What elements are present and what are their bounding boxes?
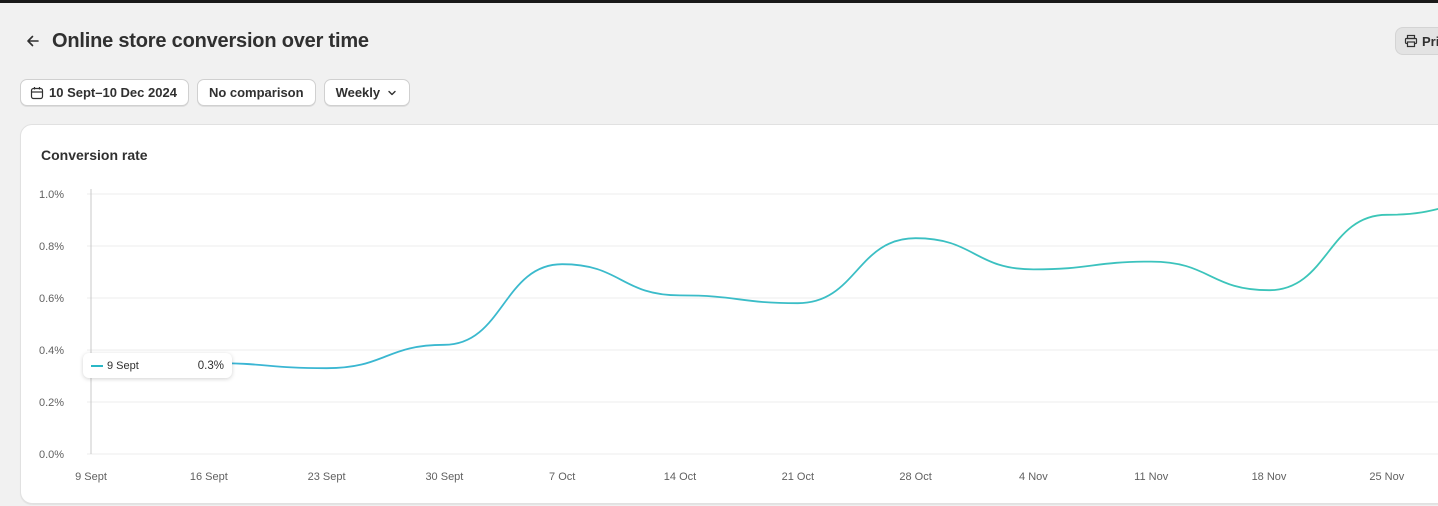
x-tick-label: 7 Oct (549, 471, 575, 483)
print-button[interactable]: Print (1395, 27, 1438, 55)
printer-icon (1404, 34, 1418, 48)
x-tick-label: 28 Oct (899, 471, 931, 483)
chart-tooltip: 9 Sept 0.3% (83, 353, 232, 378)
back-button[interactable] (20, 28, 46, 54)
data-point[interactable] (559, 261, 565, 267)
tooltip-label: 9 Sept (107, 359, 139, 372)
y-tick-label: 0.6% (39, 293, 64, 305)
x-tick-label: 11 Nov (1134, 471, 1169, 483)
data-point[interactable] (1266, 287, 1272, 293)
x-tick-label: 4 Nov (1019, 471, 1048, 483)
data-point[interactable] (324, 365, 330, 371)
conversion-rate-chart: 1.0% 0.8% 0.6% 0.4% 0.2% 0.0% 9 Sept 16 Sept 23 … (39, 189, 1438, 483)
x-tick-label: 25 Nov (1369, 471, 1404, 483)
data-point[interactable] (1148, 259, 1154, 265)
x-tick-label: 16 Sept (190, 471, 228, 483)
page-title: Online store conversion over time (52, 29, 369, 52)
data-point[interactable] (677, 292, 683, 298)
series-line (90, 208, 1438, 370)
conversion-rate-card: Conversion rate 1.0% 0.8% 0.6% 0.4% 0.2% 0.0%… (20, 124, 1438, 504)
print-label: Print (1422, 33, 1438, 49)
series-swatch (91, 364, 103, 367)
interval-label: Weekly (335, 85, 381, 100)
x-tick-label: 30 Sept (425, 471, 463, 483)
data-point[interactable] (1384, 212, 1390, 218)
date-range-button[interactable]: 10 Sept–10 Dec 2024 (20, 79, 189, 106)
x-tick-label: 21 Oct (782, 471, 814, 483)
y-tick-label: 0.4% (39, 345, 64, 357)
x-tick-label: 18 Nov (1252, 471, 1287, 483)
y-tick-label: 0.0% (39, 449, 64, 461)
x-tick-label: 23 Sept (308, 471, 346, 483)
top-bar (0, 0, 1438, 3)
y-tick-label: 0.2% (39, 397, 64, 409)
data-point[interactable] (1030, 266, 1036, 272)
y-tick-label: 1.0% (39, 189, 64, 201)
data-point[interactable] (913, 235, 919, 241)
data-point[interactable] (441, 342, 447, 348)
calendar-icon (30, 86, 44, 100)
tooltip-value: 0.3% (197, 359, 224, 372)
comparison-label: No comparison (208, 85, 304, 100)
filter-bar: 10 Sept–10 Dec 2024 No comparison Weekly (20, 79, 411, 106)
page-header: Online store conversion over time (20, 28, 369, 54)
data-point[interactable] (795, 300, 801, 306)
arrow-left-icon (27, 35, 39, 47)
chevron-down-icon (386, 87, 398, 99)
x-tick-label: 14 Oct (664, 471, 696, 483)
interval-select[interactable]: Weekly (323, 79, 411, 106)
comparison-button[interactable]: No comparison (196, 79, 316, 106)
y-tick-label: 0.8% (39, 241, 64, 253)
x-tick-label: 9 Sept (75, 471, 107, 483)
date-range-label: 10 Sept–10 Dec 2024 (49, 85, 177, 100)
